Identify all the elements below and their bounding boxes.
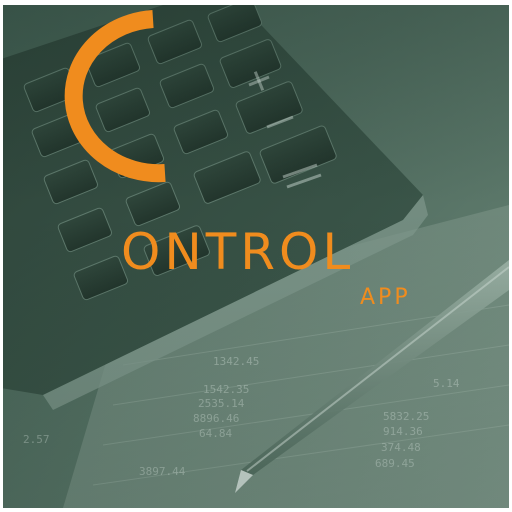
control-app-logo: ONTROL APP (3, 5, 509, 508)
logo-subtitle: APP (360, 285, 411, 310)
app-icon-tile: 1342.45 1542.35 2535.14 8896.46 64.84 58… (0, 0, 512, 512)
c-arc-icon (64, 10, 166, 183)
logo-wordmark: ONTROL (121, 223, 355, 281)
calculator-photo-background: 1342.45 1542.35 2535.14 8896.46 64.84 58… (3, 5, 509, 508)
